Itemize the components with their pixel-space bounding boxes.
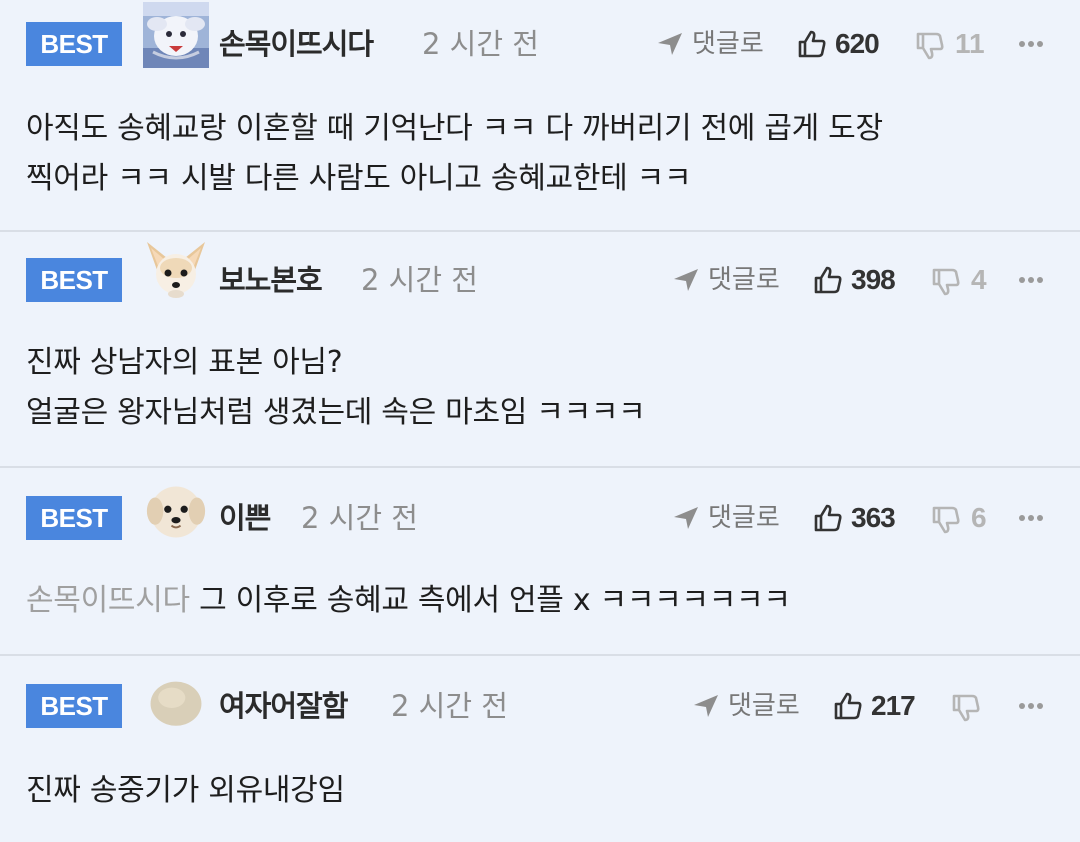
dislike-button[interactable]: 6	[931, 496, 1001, 540]
comment-item: BEST 이쁜 2 시간 전 댓글로 363 6 손목이뜨시다 그 이후로 송혜…	[0, 468, 1080, 656]
reply-label: 댓글로	[708, 265, 780, 295]
chihuahua-avatar[interactable]	[143, 236, 209, 302]
thumbs-down-icon	[932, 506, 960, 534]
thumbs-down-icon	[916, 32, 944, 60]
comment-line: 얼굴은 왕자님처럼 생겼는데 속은 마초임 ㅋㅋㅋㅋ	[26, 395, 646, 430]
comment-line: 그 이후로 송혜교 측에서 언플 x ㅋㅋㅋㅋㅋㅋㅋ	[199, 583, 791, 618]
reply-button[interactable]: 댓글로	[692, 684, 812, 728]
dislike-button[interactable]: 11	[915, 22, 995, 66]
comment-nickname[interactable]: 손목이뜨시다	[219, 22, 374, 66]
comment-body: 아직도 송혜교랑 이혼할 때 기억난다 ㅋㅋ 다 까버리기 전에 곱게 도장 찍…	[26, 104, 1056, 204]
thumbs-up-icon	[814, 504, 842, 532]
best-badge: BEST	[26, 684, 122, 728]
comment-time: 2 시간 전	[361, 263, 478, 297]
comment-body: 손목이뜨시다 그 이후로 송혜교 측에서 언플 x ㅋㅋㅋㅋㅋㅋㅋ	[26, 576, 1056, 626]
best-badge: BEST	[26, 258, 122, 302]
comment-body: 진짜 상남자의 표본 아님? 얼굴은 왕자님처럼 생겼는데 속은 마초임 ㅋㅋㅋ…	[26, 338, 1056, 438]
mention-link[interactable]: 손목이뜨시다	[26, 583, 190, 618]
blob-avatar[interactable]	[148, 674, 204, 730]
best-badge: BEST	[26, 496, 122, 540]
like-count: 363	[851, 502, 896, 533]
comment-time: 2 시간 전	[422, 27, 539, 61]
like-count: 398	[851, 264, 896, 295]
comment-item: BEST 보노본호 2 시간 전 댓글로 398 4 진짜 상남자의 표본 아님…	[0, 232, 1080, 468]
thumbs-up-icon	[798, 30, 826, 58]
dislike-button[interactable]: 4	[931, 258, 1001, 302]
best-badge: BEST	[26, 22, 122, 66]
reply-arrow-icon	[658, 33, 682, 55]
dislike-button[interactable]	[951, 684, 991, 728]
more-options-icon[interactable]	[1019, 496, 1049, 540]
comment-header: BEST 손목이뜨시다 2 시간 전 댓글로 620 11	[0, 2, 1080, 82]
comment-header: BEST 여자어잘함 2 시간 전 댓글로 217	[0, 681, 1080, 744]
reply-button[interactable]: 댓글로	[672, 258, 792, 302]
comment-body: 진짜 송중기가 외유내강임	[26, 766, 1056, 816]
reply-button[interactable]: 댓글로	[656, 22, 776, 66]
comment-line: 진짜 송중기가 외유내강임	[26, 773, 345, 808]
reply-arrow-icon	[674, 507, 698, 529]
like-count: 217	[871, 690, 916, 721]
reply-arrow-icon	[694, 695, 718, 717]
comment-time: 2 시간 전	[391, 689, 508, 723]
like-button[interactable]: 363	[813, 496, 913, 540]
more-options-icon[interactable]	[1019, 684, 1049, 728]
like-button[interactable]: 398	[813, 258, 913, 302]
comment-item: BEST 손목이뜨시다 2 시간 전 댓글로 620 11 아직도 송혜교랑 이…	[0, 0, 1080, 232]
comment-line: 찍어라 ㅋㅋ 시발 다른 사람도 아니고 송혜교한테 ㅋㅋ	[26, 161, 692, 196]
reply-button[interactable]: 댓글로	[672, 496, 792, 540]
thumbs-down-icon	[932, 268, 960, 296]
comment-nickname[interactable]: 여자어잘함	[219, 684, 348, 728]
puppy-avatar[interactable]	[146, 482, 206, 542]
dislike-count: 11	[955, 28, 985, 59]
comment-item: BEST 여자어잘함 2 시간 전 댓글로 217 진짜 송중기가 외유내강임	[0, 656, 1080, 842]
comment-nickname[interactable]: 보노본호	[219, 258, 323, 302]
comment-line: 진짜 상남자의 표본 아님?	[26, 345, 343, 380]
comment-header: BEST 이쁜 2 시간 전 댓글로 363 6	[0, 486, 1080, 556]
comment-line: 아직도 송혜교랑 이혼할 때 기억난다 ㅋㅋ 다 까버리기 전에 곱게 도장	[26, 111, 883, 146]
reply-arrow-icon	[674, 269, 698, 291]
thumbs-down-icon	[952, 694, 980, 722]
comment-time: 2 시간 전	[301, 501, 418, 535]
icy-creature-avatar[interactable]	[143, 2, 209, 68]
comment-header: BEST 보노본호 2 시간 전 댓글로 398 4	[0, 242, 1080, 318]
thumbs-up-icon	[834, 692, 862, 720]
reply-label: 댓글로	[692, 29, 764, 59]
like-count: 620	[835, 28, 880, 59]
more-options-icon[interactable]	[1019, 258, 1049, 302]
comment-nickname[interactable]: 이쁜	[219, 496, 271, 540]
like-button[interactable]: 620	[797, 22, 897, 66]
like-button[interactable]: 217	[833, 684, 933, 728]
dislike-count: 4	[971, 264, 987, 295]
reply-label: 댓글로	[728, 691, 800, 721]
more-options-icon[interactable]	[1019, 22, 1049, 66]
dislike-count: 6	[971, 502, 987, 533]
reply-label: 댓글로	[708, 503, 780, 533]
thumbs-up-icon	[814, 266, 842, 294]
